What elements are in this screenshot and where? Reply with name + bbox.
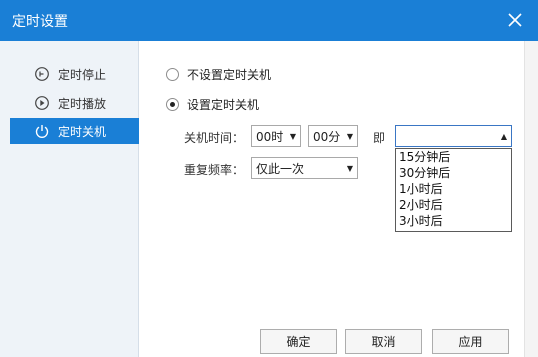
chevron-up-icon: ▲ [500, 131, 508, 141]
window-title: 定时设置 [12, 14, 68, 30]
hour-select[interactable]: 00时 ▼ [251, 125, 301, 147]
apply-button[interactable]: 应用 [432, 329, 509, 354]
sidebar-item-label: 定时播放 [58, 96, 107, 111]
sidebar-item-timer-shutdown[interactable]: 定时关机 [10, 118, 139, 144]
cancel-button[interactable]: 取消 [345, 329, 422, 354]
after-time-select[interactable]: ▲ [395, 125, 512, 147]
radio-button[interactable] [166, 98, 179, 111]
repeat-frequency-label: 重复频率： [184, 163, 245, 177]
chevron-down-icon: ▼ [289, 131, 297, 141]
repeat-value: 仅此一次 [256, 161, 305, 176]
after-time-dropdown: 15分钟后 30分钟后 1小时后 2小时后 3小时后 [395, 148, 512, 232]
immediate-label: 即 [373, 131, 386, 145]
minute-select[interactable]: 00分 ▼ [308, 125, 358, 147]
radio-set-shutdown[interactable]: 设置定时关机 [166, 96, 259, 113]
minute-value: 00分 [313, 129, 341, 144]
dropdown-option[interactable]: 3小时后 [396, 213, 511, 229]
radio-button[interactable] [166, 68, 179, 81]
dropdown-option[interactable]: 2小时后 [396, 197, 511, 213]
sidebar: 定时停止 定时播放 定时关机 [0, 41, 139, 357]
sidebar-item-label: 定时停止 [58, 67, 107, 82]
title-bar: 定时设置 [0, 0, 538, 41]
dropdown-option[interactable]: 15分钟后 [396, 149, 511, 165]
timer-play-icon [34, 95, 50, 111]
shutdown-time-label: 关机时间： [184, 131, 245, 145]
chevron-down-icon: ▼ [346, 163, 354, 173]
hour-value: 00时 [256, 129, 284, 144]
scrollbar[interactable] [524, 41, 538, 357]
radio-label: 不设置定时关机 [187, 68, 272, 82]
sidebar-item-timer-play[interactable]: 定时播放 [10, 90, 139, 116]
dropdown-option[interactable]: 1小时后 [396, 181, 511, 197]
dropdown-option[interactable]: 30分钟后 [396, 165, 511, 181]
sidebar-item-timer-stop[interactable]: 定时停止 [10, 61, 139, 87]
chevron-down-icon: ▼ [346, 131, 354, 141]
timer-stop-icon [34, 66, 50, 82]
power-icon [34, 123, 50, 139]
sidebar-item-label: 定时关机 [58, 124, 107, 139]
ok-button[interactable]: 确定 [260, 329, 337, 354]
radio-label: 设置定时关机 [187, 98, 260, 112]
radio-no-shutdown[interactable]: 不设置定时关机 [166, 66, 271, 83]
close-icon[interactable] [506, 11, 524, 29]
repeat-select[interactable]: 仅此一次 ▼ [251, 157, 358, 179]
